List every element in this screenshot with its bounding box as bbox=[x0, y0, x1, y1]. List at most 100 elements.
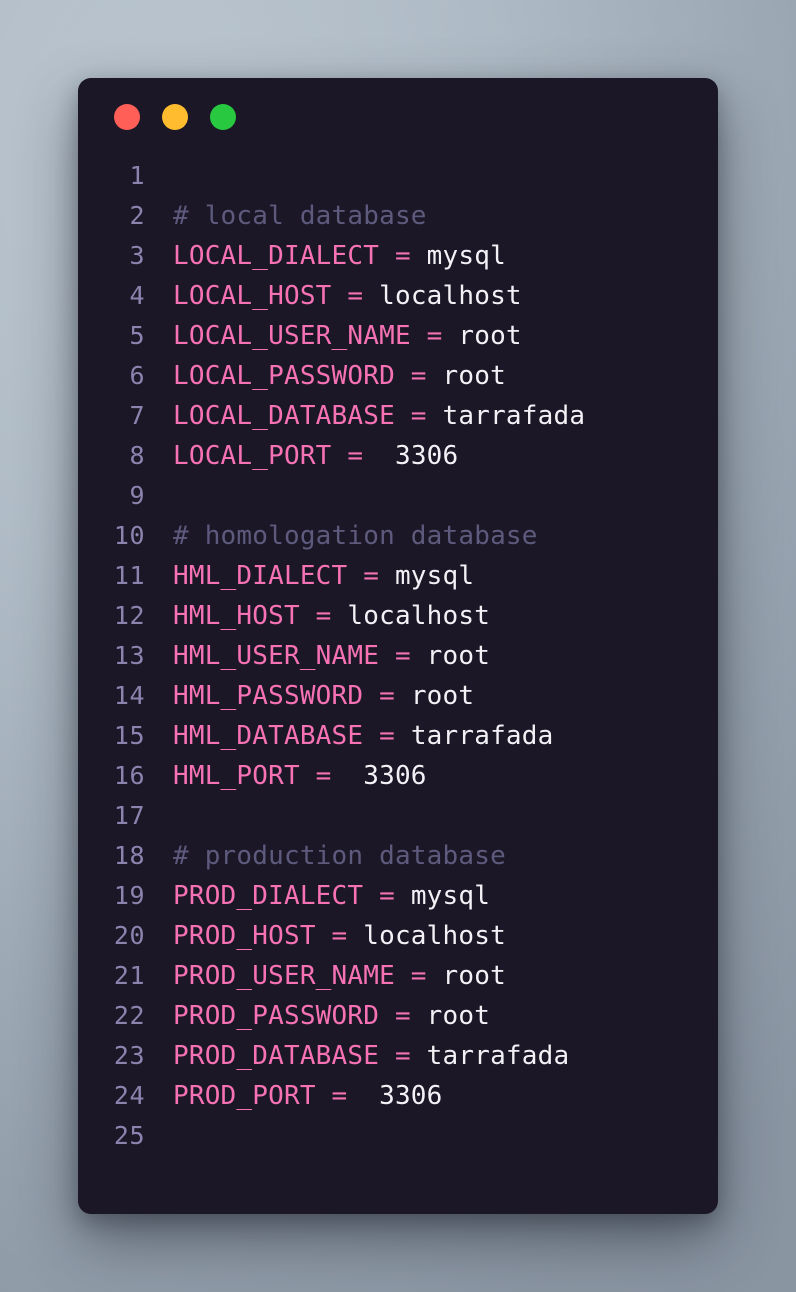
code-line[interactable]: 8 LOCAL_PORT = 3306 bbox=[78, 436, 718, 476]
token-val: mysql bbox=[394, 561, 475, 591]
line-content: PROD_PASSWORD = root bbox=[145, 996, 490, 1036]
token-key: HML_USER_NAME bbox=[173, 641, 380, 671]
token-val: tarrafada bbox=[426, 1041, 570, 1071]
token-op: = bbox=[331, 281, 380, 311]
code-window: 1 2 # local database 3 LOCAL_DIALECT = mysql… bbox=[78, 78, 718, 1214]
token-key: PROD_PASSWORD bbox=[173, 1001, 380, 1031]
line-number: 10 bbox=[113, 521, 145, 550]
token-key: LOCAL_USER_NAME bbox=[173, 321, 411, 351]
code-line[interactable]: 13 HML_USER_NAME = root bbox=[78, 636, 718, 676]
maximize-button[interactable] bbox=[210, 104, 236, 130]
token-key: HML_DATABASE bbox=[173, 721, 364, 751]
line-content: # local database bbox=[145, 196, 427, 236]
token-key: PROD_HOST bbox=[173, 921, 316, 951]
token-op: = bbox=[379, 241, 427, 271]
code-line[interactable]: 3 LOCAL_DIALECT = mysql bbox=[78, 236, 718, 276]
token-comment: # homologation database bbox=[173, 521, 538, 551]
code-line[interactable]: 20 PROD_HOST = localhost bbox=[78, 916, 718, 956]
code-line[interactable]: 23 PROD_DATABASE = tarrafada bbox=[78, 1036, 718, 1076]
token-op: = bbox=[363, 721, 411, 751]
line-number: 20 bbox=[113, 921, 145, 950]
token-key: PROD_DATABASE bbox=[173, 1041, 380, 1071]
token-val: localhost bbox=[363, 921, 506, 951]
token-op: = bbox=[347, 561, 395, 591]
code-line[interactable]: 2 # local database bbox=[78, 196, 718, 236]
code-line[interactable]: 5 LOCAL_USER_NAME = root bbox=[78, 316, 718, 356]
line-content: LOCAL_USER_NAME = root bbox=[145, 316, 522, 356]
line-content: PROD_DATABASE = tarrafada bbox=[145, 1036, 569, 1076]
line-content: # production database bbox=[145, 836, 506, 876]
line-number: 7 bbox=[129, 401, 145, 430]
line-number: 19 bbox=[113, 881, 145, 910]
code-line[interactable]: 15 HML_DATABASE = tarrafada bbox=[78, 716, 718, 756]
code-line[interactable]: 9 bbox=[78, 476, 718, 516]
line-content: LOCAL_PORT = 3306 bbox=[145, 436, 458, 476]
code-editor[interactable]: 1 2 # local database 3 LOCAL_DIALECT = mysql… bbox=[78, 156, 718, 1156]
code-line[interactable]: 6 LOCAL_PASSWORD = root bbox=[78, 356, 718, 396]
line-number: 18 bbox=[113, 841, 145, 870]
line-number: 17 bbox=[113, 801, 145, 830]
line-number: 1 bbox=[129, 161, 145, 190]
token-op: = bbox=[315, 1081, 364, 1111]
token-key: HML_PORT bbox=[173, 761, 300, 791]
line-number: 4 bbox=[129, 281, 145, 310]
line-number: 16 bbox=[113, 761, 145, 790]
token-key: HML_PASSWORD bbox=[173, 681, 364, 711]
code-line[interactable]: 14 HML_PASSWORD = root bbox=[78, 676, 718, 716]
line-number: 25 bbox=[113, 1121, 145, 1150]
token-val: root bbox=[426, 641, 491, 671]
code-line[interactable]: 7 LOCAL_DATABASE = tarrafada bbox=[78, 396, 718, 436]
token-val: 3306 bbox=[363, 1081, 443, 1111]
line-content: LOCAL_DATABASE = tarrafada bbox=[145, 396, 585, 436]
token-op: = bbox=[379, 641, 427, 671]
code-line[interactable]: 1 bbox=[78, 156, 718, 196]
line-content: PROD_DIALECT = mysql bbox=[145, 876, 490, 916]
line-content: # homologation database bbox=[145, 516, 538, 556]
code-line[interactable]: 16 HML_PORT = 3306 bbox=[78, 756, 718, 796]
token-op: = bbox=[394, 361, 443, 391]
code-line[interactable]: 12 HML_HOST = localhost bbox=[78, 596, 718, 636]
token-comment: # local database bbox=[173, 201, 427, 231]
code-line[interactable]: 24 PROD_PORT = 3306 bbox=[78, 1076, 718, 1116]
token-val: root bbox=[410, 681, 475, 711]
line-content: HML_DIALECT = mysql bbox=[145, 556, 474, 596]
token-val: root bbox=[442, 361, 506, 391]
token-op: = bbox=[315, 921, 364, 951]
code-line[interactable]: 11 HML_DIALECT = mysql bbox=[78, 556, 718, 596]
line-number: 6 bbox=[129, 361, 145, 390]
token-op: = bbox=[394, 961, 443, 991]
code-line[interactable]: 4 LOCAL_HOST = localhost bbox=[78, 276, 718, 316]
line-content: PROD_HOST = localhost bbox=[145, 916, 506, 956]
code-line[interactable]: 25 bbox=[78, 1116, 718, 1156]
line-number: 3 bbox=[129, 241, 145, 270]
line-number: 24 bbox=[113, 1081, 145, 1110]
minimize-button[interactable] bbox=[162, 104, 188, 130]
code-line[interactable]: 21 PROD_USER_NAME = root bbox=[78, 956, 718, 996]
token-key: PROD_USER_NAME bbox=[173, 961, 395, 991]
token-op: = bbox=[410, 321, 459, 351]
line-number: 13 bbox=[113, 641, 145, 670]
close-button[interactable] bbox=[114, 104, 140, 130]
line-number: 12 bbox=[113, 601, 145, 630]
line-number: 2 bbox=[129, 201, 145, 230]
line-number: 5 bbox=[129, 321, 145, 350]
window-titlebar bbox=[78, 78, 718, 156]
code-line[interactable]: 18 # production database bbox=[78, 836, 718, 876]
token-op: = bbox=[299, 761, 348, 791]
line-content: HML_PORT = 3306 bbox=[145, 756, 427, 796]
token-key: LOCAL_PORT bbox=[173, 441, 332, 471]
line-number: 8 bbox=[129, 441, 145, 470]
code-line[interactable]: 10 # homologation database bbox=[78, 516, 718, 556]
token-val: 3306 bbox=[347, 761, 427, 791]
code-line[interactable]: 19 PROD_DIALECT = mysql bbox=[78, 876, 718, 916]
token-op: = bbox=[299, 601, 348, 631]
line-number: 22 bbox=[113, 1001, 145, 1030]
token-op: = bbox=[363, 681, 411, 711]
code-line[interactable]: 17 bbox=[78, 796, 718, 836]
token-key: LOCAL_DATABASE bbox=[173, 401, 395, 431]
code-line[interactable]: 22 PROD_PASSWORD = root bbox=[78, 996, 718, 1036]
token-comment: # production database bbox=[173, 841, 506, 871]
token-key: LOCAL_HOST bbox=[173, 281, 332, 311]
token-op: = bbox=[379, 1001, 427, 1031]
line-number: 14 bbox=[113, 681, 145, 710]
